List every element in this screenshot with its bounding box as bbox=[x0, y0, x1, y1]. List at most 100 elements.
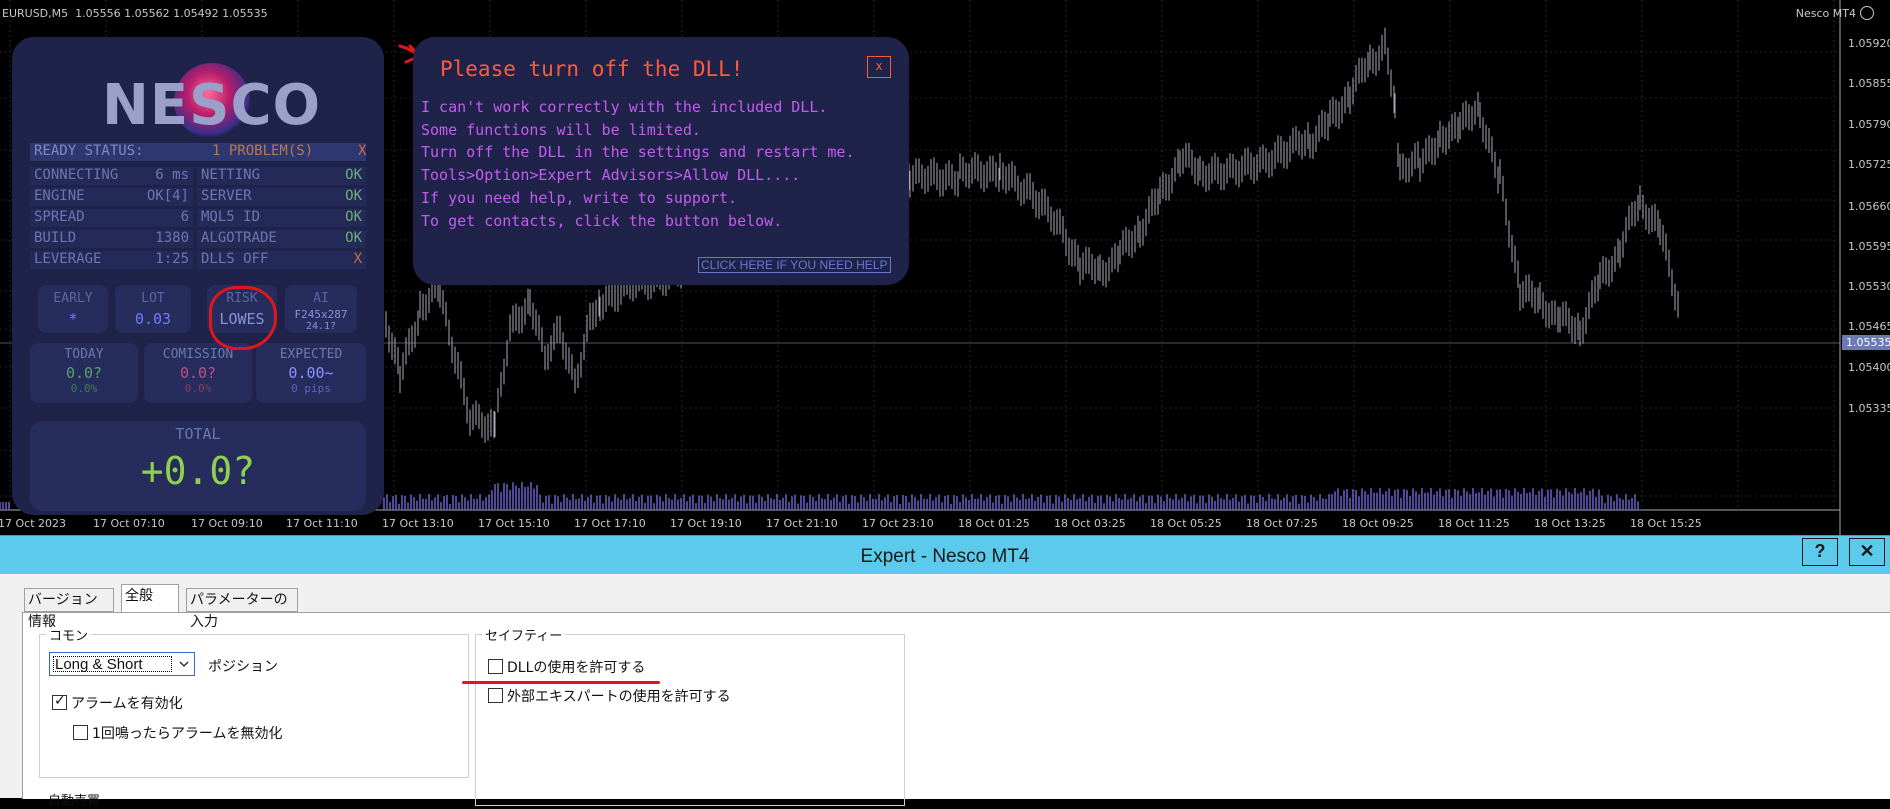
common-group: コモン Long & Short ポジション ✓ アラームを有効化 1回鳴ったら… bbox=[39, 625, 469, 778]
tab-2[interactable]: パラメーターの入力 bbox=[186, 588, 298, 630]
safety-group-label: セイフティー bbox=[482, 625, 566, 644]
logo-text: NESCO bbox=[102, 73, 322, 138]
allow-external-checkbox[interactable] bbox=[488, 688, 503, 703]
allow-dll-checkbox[interactable] bbox=[488, 659, 503, 674]
dialog-help-button[interactable]: ? bbox=[1802, 538, 1838, 566]
setting-box-early[interactable]: EARLY * bbox=[38, 285, 108, 333]
total-value: +0.0? bbox=[140, 449, 256, 493]
price-tick: 1.05725 bbox=[1848, 158, 1890, 171]
price-tick: 1.05530 bbox=[1848, 280, 1890, 293]
stat-status: OK bbox=[345, 188, 362, 204]
ready-status-value: 1 PROBLEM(S) bbox=[212, 143, 314, 159]
metric-title: EXPECTED bbox=[279, 347, 343, 362]
stat-key: BUILD bbox=[34, 230, 77, 246]
stat-cell: SPREAD 6 bbox=[30, 209, 193, 227]
symbol-header: EURUSD,M5 1.05556 1.05562 1.05492 1.0553… bbox=[2, 7, 268, 20]
dialog-title: Expert - Nesco MT4 bbox=[860, 546, 1030, 567]
time-tick: 17 Oct 07:10 bbox=[93, 517, 165, 530]
nesco-logo: NESCO bbox=[102, 57, 322, 143]
stat-value: OK[4] bbox=[146, 188, 189, 204]
stat-cell: CONNECTING 6 ms bbox=[30, 167, 193, 185]
time-tick: 18 Oct 01:25 bbox=[958, 517, 1030, 530]
metric-value: 0.00~ bbox=[288, 364, 334, 382]
dialog-titlebar[interactable]: Expert - Nesco MT4 ? ✕ bbox=[0, 536, 1890, 574]
smiley-icon bbox=[1860, 6, 1874, 20]
position-select-value: Long & Short bbox=[53, 656, 172, 672]
popup-close-button[interactable]: x bbox=[867, 56, 891, 78]
stat-key: MQL5 ID bbox=[201, 209, 261, 225]
tab-panel-general: コモン Long & Short ポジション ✓ アラームを有効化 1回鳴ったら… bbox=[22, 612, 1890, 806]
stat-key: ALGOTRADE bbox=[201, 230, 277, 246]
help-button[interactable]: CLICK HERE IF YOU NEED HELP bbox=[698, 257, 891, 273]
alarm-enable-checkbox[interactable]: ✓ bbox=[52, 693, 67, 710]
setting-box-lot[interactable]: LOT 0.03 bbox=[115, 285, 191, 333]
risk-annotation-circle bbox=[209, 286, 277, 350]
box-title: LOT bbox=[141, 291, 165, 306]
price-tick: 1.05855 bbox=[1848, 77, 1890, 90]
brand-label: Nesco MT4 bbox=[1795, 6, 1874, 21]
popup-line: I can't work correctly with the included… bbox=[421, 98, 828, 116]
alarm-once-label: 1回鳴ったらアラームを無効化 bbox=[92, 726, 283, 742]
stat-cell: DLLS OFF X bbox=[197, 251, 366, 269]
popup-line: Turn off the DLL in the settings and res… bbox=[421, 143, 855, 162]
box-sub: 24.1? bbox=[305, 321, 337, 332]
price-tick: 1.05465 bbox=[1848, 320, 1890, 333]
stat-key: SERVER bbox=[201, 188, 252, 204]
alarm-once-checkbox[interactable] bbox=[73, 725, 88, 740]
stat-key: LEVERAGE bbox=[34, 251, 102, 267]
metric-value: 0.0? bbox=[179, 364, 217, 382]
metric-value: 0.0? bbox=[65, 364, 103, 382]
time-tick: 18 Oct 09:25 bbox=[1342, 517, 1414, 530]
stat-key: SPREAD bbox=[34, 209, 85, 225]
stat-cell: ENGINE OK[4] bbox=[30, 188, 193, 206]
time-tick: 18 Oct 13:25 bbox=[1534, 517, 1606, 530]
time-tick: 18 Oct 11:25 bbox=[1438, 517, 1510, 530]
chevron-down-icon bbox=[179, 661, 189, 668]
box-title: AI bbox=[313, 291, 329, 306]
time-tick: 17 Oct 15:10 bbox=[478, 517, 550, 530]
setting-box-ai[interactable]: AI F245x287 24.1? bbox=[285, 285, 357, 333]
box-value: F245x287 bbox=[294, 308, 348, 321]
time-tick: 18 Oct 05:25 bbox=[1150, 517, 1222, 530]
metric-sub: 0.0% bbox=[184, 382, 212, 395]
price-chart[interactable]: EURUSD,M5 1.05556 1.05562 1.05492 1.0553… bbox=[0, 0, 1890, 535]
time-tick: 17 Oct 23:10 bbox=[862, 517, 934, 530]
popup-line: Some functions will be limited. bbox=[421, 120, 701, 139]
price-tick: 1.05790 bbox=[1848, 118, 1890, 131]
dialog-close-button[interactable]: ✕ bbox=[1849, 538, 1885, 566]
stat-value: 1:25 bbox=[155, 251, 189, 267]
price-tick: 1.05660 bbox=[1848, 200, 1890, 213]
brand-text: Nesco MT4 bbox=[1795, 7, 1856, 20]
box-value: * bbox=[68, 310, 78, 328]
tab-0[interactable]: バージョン情報 bbox=[24, 588, 114, 630]
stat-cell: BUILD 1380 bbox=[30, 230, 193, 248]
popup-line: To get contacts, click the button below. bbox=[421, 211, 783, 230]
stat-key: ENGINE bbox=[34, 188, 85, 204]
popup-line: Tools>Option>Expert Advisors>Allow DLL..… bbox=[421, 166, 801, 185]
metric-box: TODAY 0.0? 0.0% bbox=[30, 343, 138, 403]
position-select[interactable]: Long & Short bbox=[49, 652, 195, 676]
stat-cell: LEVERAGE 1:25 bbox=[30, 251, 193, 269]
price-tick: 1.05920 bbox=[1848, 37, 1890, 50]
metric-box: COMISSION 0.0? 0.0% bbox=[144, 343, 252, 403]
safety-group: セイフティー DLLの使用を許可する 外部エキスパートの使用を許可する bbox=[475, 625, 905, 806]
ready-status-mark: X bbox=[358, 143, 367, 159]
stat-status: OK bbox=[345, 167, 362, 183]
stat-key: NETTING bbox=[201, 167, 261, 183]
time-tick: 18 Oct 15:25 bbox=[1630, 517, 1702, 530]
time-tick: 17 Oct 17:10 bbox=[574, 517, 646, 530]
red-underline-annotation bbox=[462, 681, 660, 684]
tab-1[interactable]: 全般 bbox=[121, 584, 179, 612]
current-price-label: 1.05535 bbox=[1842, 335, 1890, 350]
time-tick: 17 Oct 13:10 bbox=[382, 517, 454, 530]
popup-line: If you need help, write to support. bbox=[421, 188, 738, 207]
metric-title: TODAY bbox=[64, 347, 104, 362]
alarm-enable-label: アラームを有効化 bbox=[71, 696, 183, 712]
nesco-panel: NESCO READY STATUS: 1 PROBLEM(S) X CONNE… bbox=[12, 37, 384, 515]
allow-dll-label: DLLの使用を許可する bbox=[507, 660, 646, 676]
stat-value: 6 bbox=[180, 209, 189, 225]
ready-status-label: READY STATUS: bbox=[34, 143, 144, 159]
stat-cell: MQL5 ID OK bbox=[197, 209, 366, 227]
position-label: ポジション bbox=[208, 659, 278, 675]
price-tick: 1.05335 bbox=[1848, 402, 1890, 415]
